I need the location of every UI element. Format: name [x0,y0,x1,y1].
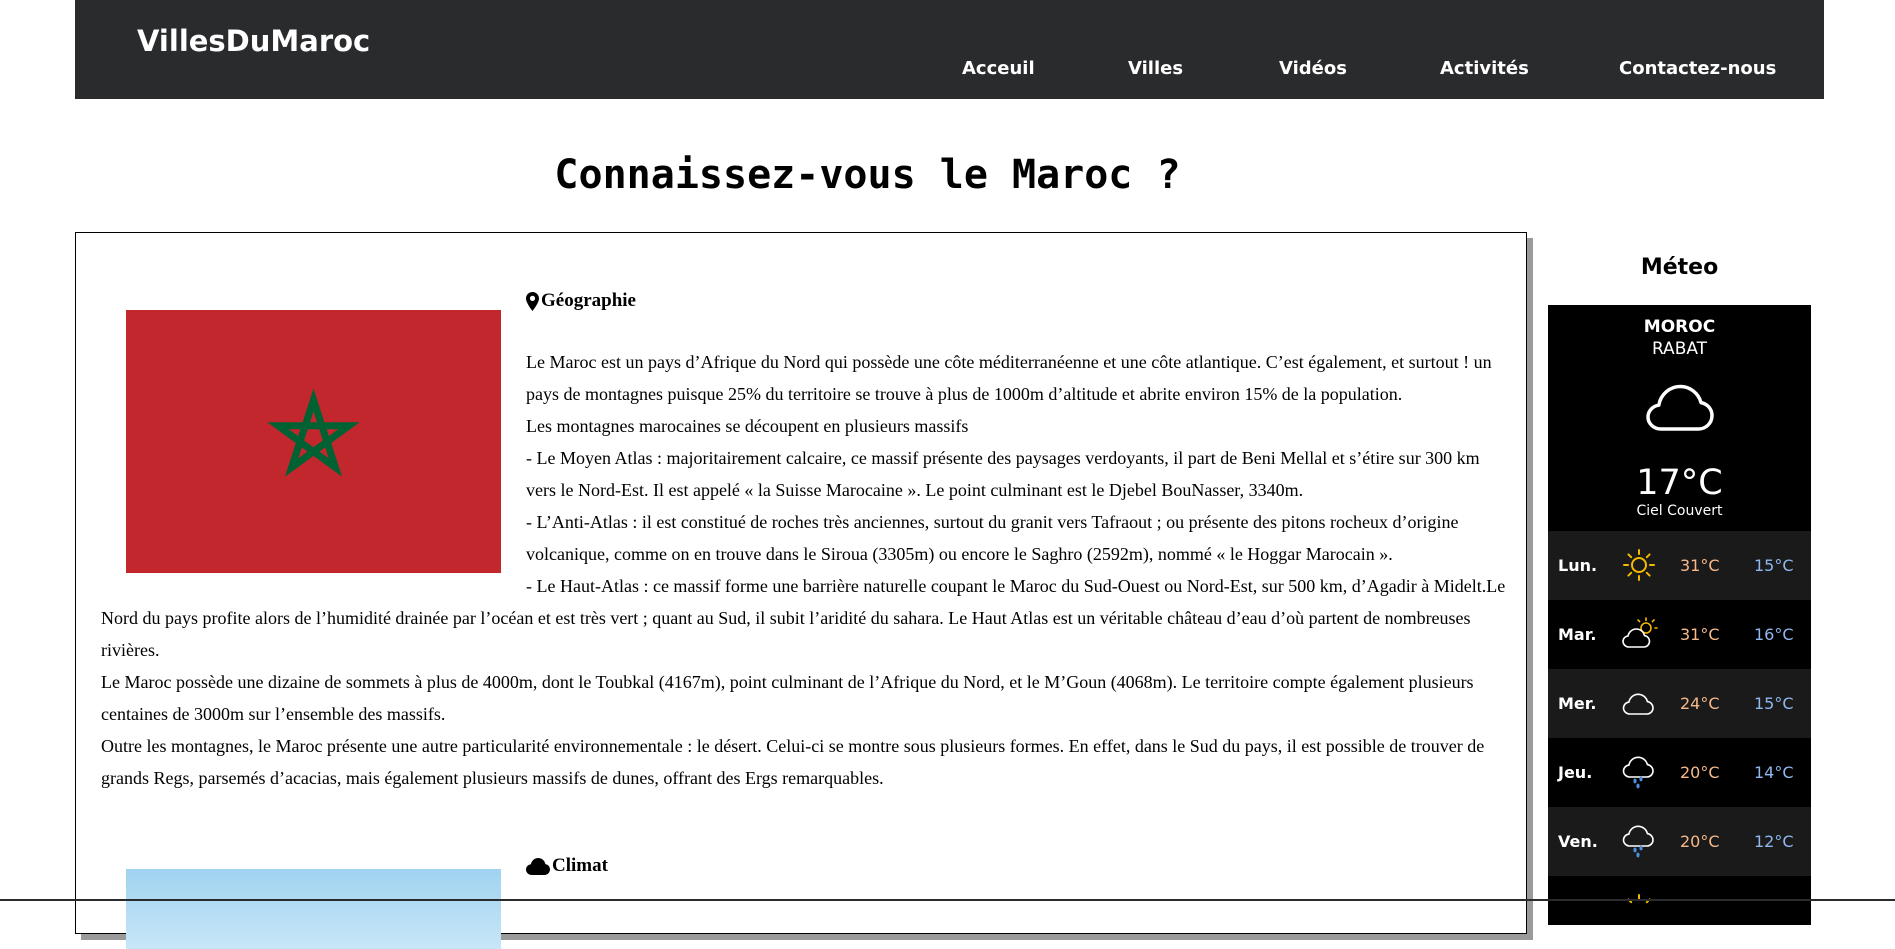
current-weather-cloud-icon [1646,384,1714,431]
forecast-max: 24°C [1680,694,1720,713]
forecast-max: 20°C [1680,832,1720,851]
forecast-min: 15°C [1754,694,1794,713]
page-title: Connaissez-vous le Maroc ? [554,152,1181,198]
forecast-row: Mer. 24°C 15°C [1548,669,1811,738]
cloud-icon [526,857,550,875]
weather-widget: MOROC RABAT 17°C Ciel Couvert Lun. 31°C … [1548,305,1811,925]
forecast-day: Jeu. [1558,763,1593,782]
current-condition: Ciel Couvert [1636,503,1723,519]
forecast-max: 20°C [1680,763,1720,782]
forecast-row: Lun. 31°C 15°C [1548,531,1811,600]
map-pin-icon [526,291,539,311]
nav-acceuil[interactable]: Acceuil [962,58,1035,79]
current-temperature: 17°C [1636,463,1723,503]
brand-logo[interactable]: VillesDuMaroc [137,24,370,58]
climat-image [126,869,501,949]
forecast-max: 31°C [1680,556,1720,575]
geo-paragraph: Le Maroc possède une dizaine de sommets … [101,672,1474,724]
site-header: VillesDuMaroc Acceuil Villes Vidéos Acti… [75,0,1824,99]
climat-title: Climat [552,855,608,876]
geographie-text: Le Maroc est un pays d’Afrique du Nord q… [101,346,1506,794]
sun-icon [1623,549,1655,581]
nav-contact[interactable]: Contactez-nous [1619,58,1776,79]
forecast-max: 31°C [1680,625,1720,644]
forecast-day: Mer. [1558,694,1597,713]
forecast-row: Ven. 20°C 12°C [1548,807,1811,876]
rain-icon [1622,756,1654,789]
forecast-min: 14°C [1754,763,1794,782]
partly-cloudy-icon [1622,617,1658,648]
weather-city: RABAT [1651,339,1708,359]
forecast-row: Jeu. 20°C 14°C [1548,738,1811,807]
forecast-day: Ven. [1558,832,1598,851]
geographie-title: Géographie [541,290,636,311]
weather-country: MOROC [1643,317,1716,337]
forecast-row-partial [1548,876,1811,945]
forecast-min: 15°C [1754,556,1794,575]
rain-icon [1622,825,1654,858]
forecast-day: Lun. [1558,556,1598,575]
section-title-climat: Climat [526,855,608,877]
geo-paragraph: Outre les montagnes, le Maroc présente u… [101,736,1485,788]
nav-villes[interactable]: Villes [1128,58,1183,79]
article-card: Géographie Le Maroc est un pays d’Afriqu… [75,232,1527,949]
forecast-row: Mar. 31°C 16°C [1548,600,1811,669]
forecast-day: Mar. [1558,625,1597,644]
meteo-title: Méteo [1640,255,1719,280]
section-title-geographie: Géographie [526,290,636,312]
forecast-min: 16°C [1754,625,1794,644]
cloud-icon [1622,693,1654,715]
nav-videos[interactable]: Vidéos [1279,58,1347,79]
nav-activites[interactable]: Activités [1440,58,1529,79]
forecast-min: 12°C [1754,832,1794,851]
